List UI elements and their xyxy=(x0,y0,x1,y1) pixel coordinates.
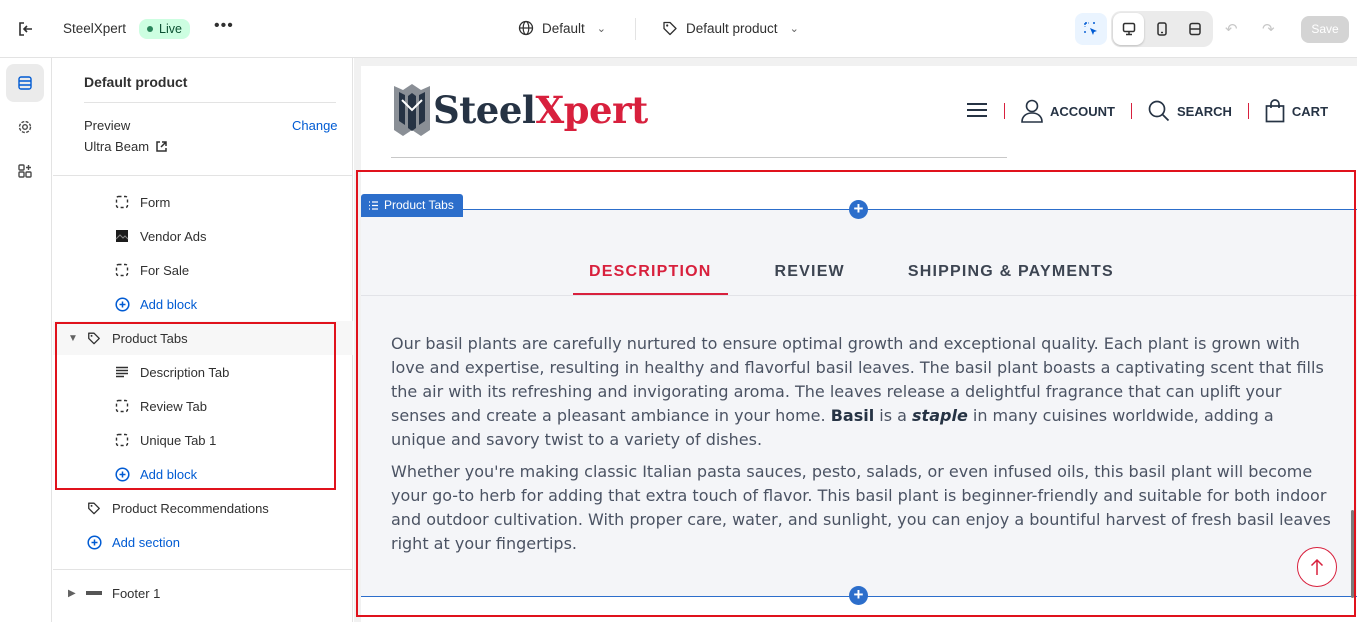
cart-label: CART xyxy=(1291,103,1329,119)
apps-icon xyxy=(18,164,32,178)
page-title: Default product xyxy=(84,74,188,90)
plus-circle-icon xyxy=(114,296,130,312)
user-icon xyxy=(1021,99,1043,123)
theme-selector-label: Default xyxy=(542,20,585,36)
tag-icon xyxy=(86,500,102,516)
preview-theme-name: Ultra Beam xyxy=(84,139,150,154)
desktop-view-button[interactable] xyxy=(1113,13,1145,45)
plus-circle-icon xyxy=(86,534,102,550)
exit-icon[interactable] xyxy=(17,20,37,40)
selection-highlight xyxy=(356,170,1356,617)
template-selector-label: Default product xyxy=(686,20,778,36)
account-link[interactable]: ACCOUNT xyxy=(1021,99,1115,123)
header-divider xyxy=(391,157,1007,158)
block-icon xyxy=(114,262,130,278)
inspector-toggle[interactable] xyxy=(1075,13,1107,45)
divider xyxy=(53,569,353,570)
footer-logo-icon xyxy=(86,585,102,601)
status-badge: Live xyxy=(139,19,190,39)
nav-separator xyxy=(1131,103,1132,119)
header-nav: ACCOUNT SEARCH CART xyxy=(966,96,1328,126)
redo-icon[interactable]: ↷ xyxy=(1262,20,1275,38)
add-block-label: Add block xyxy=(140,296,198,312)
add-section-label: Add section xyxy=(112,534,180,550)
select-cursor-icon xyxy=(1084,22,1097,35)
template-selector[interactable]: Default product ⌄ xyxy=(662,20,799,36)
device-view-group xyxy=(1111,11,1213,47)
logo-part1: Steel xyxy=(433,87,536,132)
add-block-button[interactable]: Add block xyxy=(53,287,353,321)
external-link-icon xyxy=(156,141,167,152)
chevron-right-icon[interactable]: ▶ xyxy=(68,588,80,599)
divider xyxy=(53,175,353,176)
apps-rail-button[interactable] xyxy=(6,152,44,190)
sidebar-item-label: Form xyxy=(140,194,171,210)
cart-link[interactable]: CART xyxy=(1265,99,1328,123)
menu-icon[interactable] xyxy=(966,102,988,121)
editor-rail xyxy=(0,58,52,622)
search-label: SEARCH xyxy=(1177,103,1232,119)
mobile-view-button[interactable] xyxy=(1146,13,1177,45)
search-icon xyxy=(1148,100,1170,122)
sidebar-item-vendor-ads[interactable]: Vendor Ads xyxy=(53,219,353,253)
desktop-icon xyxy=(1122,22,1135,36)
block-icon xyxy=(114,194,130,210)
expand-icon xyxy=(1189,22,1202,36)
logo-mark-icon xyxy=(394,84,430,136)
sidebar-item-for-sale[interactable]: For Sale xyxy=(53,253,353,287)
more-actions-icon[interactable]: ••• xyxy=(214,17,234,35)
nav-separator xyxy=(1247,103,1249,119)
sidebar-item-label: Footer 1 xyxy=(112,585,161,601)
fullscreen-view-button[interactable] xyxy=(1180,13,1211,45)
add-section-button[interactable]: Add section xyxy=(53,525,353,559)
selection-highlight xyxy=(55,322,336,490)
save-button[interactable]: Save xyxy=(1301,16,1349,43)
sidebar-item-label: For Sale xyxy=(140,262,190,278)
theme-selector[interactable]: Default ⌄ xyxy=(518,20,606,36)
editor-topbar: SteelXpert Live ••• Default ⌄ Default pr… xyxy=(0,0,1357,58)
sidebar-item-footer[interactable]: ▶ Footer 1 xyxy=(53,576,353,610)
sections-icon xyxy=(18,76,32,90)
shopping-bag-icon xyxy=(1265,99,1285,123)
theme-settings-rail-button[interactable] xyxy=(6,108,44,146)
change-preview-link[interactable]: Change xyxy=(292,118,338,133)
sidebar-item-label: Vendor Ads xyxy=(140,228,207,244)
sections-rail-button[interactable] xyxy=(6,64,44,102)
chevron-down-icon: ⌄ xyxy=(789,22,799,35)
logo-part2: Xpert xyxy=(535,87,648,132)
divider xyxy=(635,18,636,40)
sidebar-item-label: Product Recommendations xyxy=(112,500,269,516)
logo-wordmark: SteelXpert xyxy=(433,91,648,129)
account-label: ACCOUNT xyxy=(1050,103,1115,119)
chevron-down-icon: ⌄ xyxy=(596,22,606,35)
store-logo[interactable]: SteelXpert xyxy=(391,82,648,138)
image-thumbnail-icon xyxy=(114,228,130,244)
preview-label: Preview xyxy=(84,118,131,133)
undo-icon[interactable]: ↶ xyxy=(1225,20,1238,38)
store-name: SteelXpert xyxy=(63,21,127,36)
preview-theme[interactable]: Ultra Beam xyxy=(84,139,168,154)
nav-separator xyxy=(1004,103,1005,119)
tag-icon xyxy=(663,21,677,36)
gear-icon xyxy=(18,120,32,134)
sidebar-item-product-recommendations[interactable]: Product Recommendations xyxy=(53,491,353,525)
sidebar-item-form[interactable]: Form xyxy=(53,185,353,219)
globe-icon xyxy=(518,20,534,36)
search-link[interactable]: SEARCH xyxy=(1148,99,1232,123)
divider xyxy=(84,102,336,103)
mobile-icon xyxy=(1157,22,1167,36)
